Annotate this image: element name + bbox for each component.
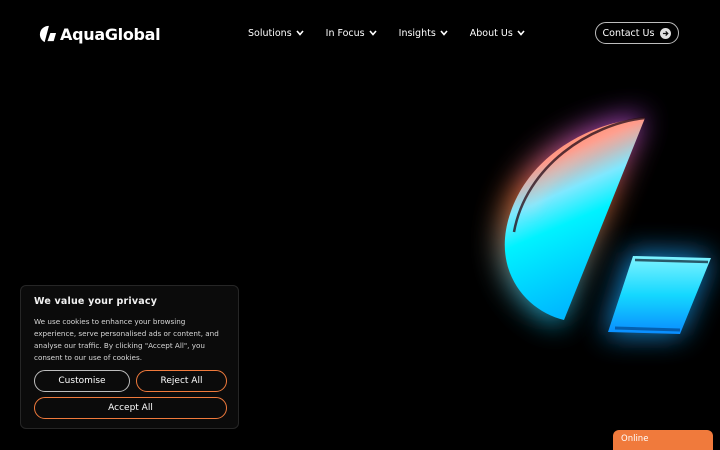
cookie-title: We value your privacy bbox=[34, 296, 158, 307]
chat-status-label: Online bbox=[621, 434, 649, 444]
chevron-down-icon bbox=[517, 30, 525, 36]
nav-item-insights[interactable]: Insights bbox=[399, 28, 448, 39]
aqua-logo-icon bbox=[39, 25, 57, 43]
reject-all-button[interactable]: Reject All bbox=[136, 370, 227, 392]
reject-all-label: Reject All bbox=[160, 376, 203, 386]
chevron-down-icon bbox=[296, 30, 304, 36]
page: AquaGlobal Solutions In Focus Insights A… bbox=[0, 0, 720, 450]
contact-us-button[interactable]: Contact Us bbox=[595, 22, 679, 44]
chat-online-tab[interactable]: Online bbox=[613, 430, 713, 450]
main-nav: Solutions In Focus Insights About Us bbox=[248, 24, 547, 42]
site-header: AquaGlobal Solutions In Focus Insights A… bbox=[0, 0, 720, 68]
chevron-down-icon bbox=[440, 30, 448, 36]
cookie-button-row: Customise Reject All bbox=[34, 370, 227, 392]
accept-all-label: Accept All bbox=[108, 403, 153, 413]
chevron-down-icon bbox=[369, 30, 377, 36]
cookie-consent-banner: We value your privacy We use cookies to … bbox=[20, 285, 239, 429]
customise-label: Customise bbox=[58, 376, 106, 386]
customise-button[interactable]: Customise bbox=[34, 370, 130, 392]
nav-item-in-focus[interactable]: In Focus bbox=[326, 28, 377, 39]
nav-item-about-us[interactable]: About Us bbox=[470, 28, 525, 39]
accept-all-button[interactable]: Accept All bbox=[34, 397, 227, 419]
nav-item-solutions[interactable]: Solutions bbox=[248, 28, 304, 39]
nav-item-label: Solutions bbox=[248, 27, 292, 39]
nav-item-label: Insights bbox=[398, 27, 436, 39]
cookie-description: We use cookies to enhance your browsing … bbox=[34, 317, 219, 362]
brand-name: AquaGlobal bbox=[60, 24, 161, 44]
brand-logo[interactable]: AquaGlobal bbox=[38, 22, 161, 46]
hero-logo-graphic bbox=[498, 115, 712, 335]
nav-item-label: In Focus bbox=[325, 27, 365, 39]
nav-item-label: About Us bbox=[469, 27, 513, 39]
arrow-right-circle-icon bbox=[660, 27, 672, 39]
contact-us-label: Contact Us bbox=[602, 27, 655, 39]
